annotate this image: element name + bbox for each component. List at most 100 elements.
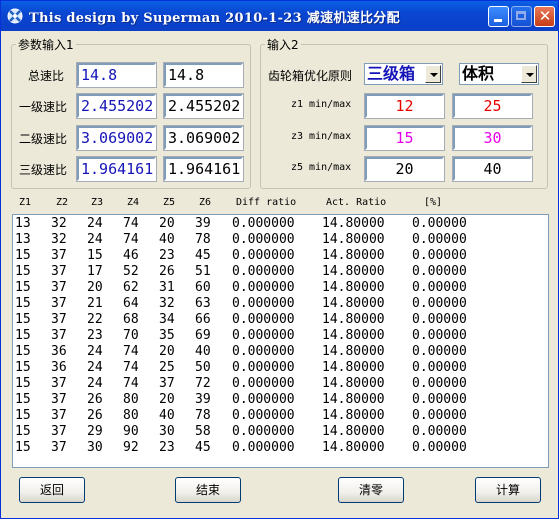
table-cell: 24 <box>87 232 103 247</box>
table-cell: 37 <box>159 376 175 391</box>
table-cell: 35 <box>159 328 175 343</box>
z3-max-input[interactable]: 30 <box>452 125 533 151</box>
gearbox-criterion-label: 齿轮箱优化原则 <box>268 69 353 83</box>
chevron-down-icon[interactable] <box>425 65 441 83</box>
table-cell: 37 <box>51 328 67 343</box>
stage-count-select[interactable]: 三级箱 <box>364 63 443 85</box>
table-row[interactable]: 15 37 15 46 23 45 0.000000 14.80000 0.00000 <box>13 248 548 264</box>
table-row[interactable]: 13 32 24 74 40 78 0.000000 14.80000 0.00000 <box>13 232 548 248</box>
table-cell: 29 <box>87 424 103 439</box>
back-button[interactable]: 返回 <box>19 477 85 503</box>
table-cell: 14.80000 <box>322 440 385 455</box>
table-cell: 74 <box>123 376 139 391</box>
table-row[interactable]: 15 37 30 92 23 45 0.000000 14.80000 0.00000 <box>13 440 548 456</box>
table-row[interactable]: 15 37 20 62 31 60 0.000000 14.80000 0.00000 <box>13 280 548 296</box>
table-cell: 63 <box>195 296 211 311</box>
end-button[interactable]: 结束 <box>175 477 241 503</box>
calculate-button[interactable]: 计算 <box>475 477 541 503</box>
table-cell: 24 <box>87 376 103 391</box>
total-ratio-input-1[interactable]: 14.8 <box>76 62 157 88</box>
col-header-z6: Z6 <box>199 197 212 208</box>
table-cell: 0.000000 <box>232 392 295 407</box>
z5-max-input[interactable]: 40 <box>452 156 533 182</box>
criterion-value: 体积 <box>462 64 495 83</box>
table-cell: 15 <box>15 328 31 343</box>
clear-button[interactable]: 清零 <box>338 477 404 503</box>
table-cell: 0.000000 <box>232 376 295 391</box>
stage1-ratio-input-1[interactable]: 2.4552020 <box>76 93 157 119</box>
table-cell: 0.000000 <box>232 440 295 455</box>
table-row[interactable]: 15 37 26 80 20 39 0.000000 14.80000 0.00000 <box>13 392 548 408</box>
stage1-ratio-label: 一级速比 <box>19 100 68 114</box>
table-row[interactable]: 15 37 23 70 35 69 0.000000 14.80000 0.00000 <box>13 328 548 344</box>
criterion-select[interactable]: 体积 <box>459 63 539 85</box>
group1-legend: 参数输入1 <box>18 38 74 52</box>
stage2-ratio-input-2[interactable]: 3.0690025 <box>163 125 244 151</box>
table-row[interactable]: 15 36 24 74 25 50 0.000000 14.80000 0.00000 <box>13 360 548 376</box>
maximize-button[interactable] <box>511 6 532 27</box>
title-bar[interactable]: This design by Superman 2010-1-23 减速机速比分… <box>1 1 558 31</box>
table-cell: 30 <box>87 440 103 455</box>
z3-min-input[interactable]: 15 <box>364 125 445 151</box>
stage3-ratio-input-2[interactable]: 1.9641610 <box>163 156 244 182</box>
table-cell: 23 <box>87 328 103 343</box>
table-cell: 0.000000 <box>232 408 295 423</box>
stage2-ratio-input-1[interactable]: 3.0690025 <box>76 125 157 151</box>
table-cell: 68 <box>123 312 139 327</box>
table-cell: 15 <box>15 424 31 439</box>
table-row[interactable]: 15 37 22 68 34 66 0.000000 14.80000 0.00000 <box>13 312 548 328</box>
results-list[interactable]: 13 32 24 74 20 39 0.000000 14.80000 0.00000 13 32 2… <box>12 214 549 468</box>
table-cell: 15 <box>15 312 31 327</box>
table-cell: 20 <box>87 280 103 295</box>
table-row[interactable]: 15 37 29 90 30 58 0.000000 14.80000 0.00000 <box>13 424 548 440</box>
table-cell: 37 <box>51 376 67 391</box>
total-ratio-label: 总速比 <box>28 69 65 83</box>
table-cell: 45 <box>195 248 211 263</box>
total-ratio-input-2[interactable]: 14.8 <box>163 62 244 88</box>
z1-min-input[interactable]: 12 <box>364 93 445 119</box>
table-cell: 90 <box>123 424 139 439</box>
table-cell: 39 <box>195 392 211 407</box>
table-cell: 14.80000 <box>322 360 385 375</box>
table-cell: 15 <box>15 408 31 423</box>
table-cell: 69 <box>195 328 211 343</box>
table-cell: 20 <box>159 216 175 231</box>
stage2-ratio-label: 二级速比 <box>19 132 68 146</box>
table-row[interactable]: 15 37 26 80 40 78 0.000000 14.80000 0.00000 <box>13 408 548 424</box>
table-cell: 14.80000 <box>322 344 385 359</box>
stage3-ratio-input-1[interactable]: 1.9641610 <box>76 156 157 182</box>
table-cell: 15 <box>15 344 31 359</box>
table-cell: 62 <box>123 280 139 295</box>
table-row[interactable]: 15 36 24 74 20 40 0.000000 14.80000 0.00000 <box>13 344 548 360</box>
stage1-ratio-input-2[interactable]: 2.4552020 <box>163 93 244 119</box>
minimize-button[interactable] <box>488 6 509 27</box>
table-cell: 15 <box>15 248 31 263</box>
table-cell: 0.00000 <box>412 232 467 247</box>
table-cell: 0.00000 <box>412 280 467 295</box>
maximize-icon <box>516 11 526 20</box>
table-cell: 92 <box>123 440 139 455</box>
table-cell: 0.000000 <box>232 216 295 231</box>
table-cell: 0.000000 <box>232 312 295 327</box>
table-row[interactable]: 15 37 24 74 37 72 0.000000 14.80000 0.00000 <box>13 376 548 392</box>
table-cell: 74 <box>123 360 139 375</box>
chevron-down-icon[interactable] <box>521 65 537 83</box>
table-cell: 40 <box>195 344 211 359</box>
table-cell: 0.00000 <box>412 440 467 455</box>
z5-min-input[interactable]: 20 <box>364 156 445 182</box>
table-row[interactable]: 15 37 21 64 32 63 0.000000 14.80000 0.00000 <box>13 296 548 312</box>
table-cell: 34 <box>159 312 175 327</box>
close-button[interactable]: ✕ <box>534 6 555 27</box>
table-cell: 66 <box>195 312 211 327</box>
table-cell: 0.00000 <box>412 408 467 423</box>
table-cell: 14.80000 <box>322 328 385 343</box>
window-title: This design by Superman 2010-1-23 减速机速比分… <box>29 11 400 26</box>
table-cell: 36 <box>51 344 67 359</box>
table-row[interactable]: 15 37 17 52 26 51 0.000000 14.80000 0.00000 <box>13 264 548 280</box>
table-row[interactable]: 13 32 24 74 20 39 0.000000 14.80000 0.00000 <box>13 216 548 232</box>
table-cell: 26 <box>87 392 103 407</box>
table-cell: 0.00000 <box>412 328 467 343</box>
table-cell: 0.00000 <box>412 424 467 439</box>
col-header-diff-ratio: Diff ratio <box>236 197 297 208</box>
z1-max-input[interactable]: 25 <box>452 93 533 119</box>
